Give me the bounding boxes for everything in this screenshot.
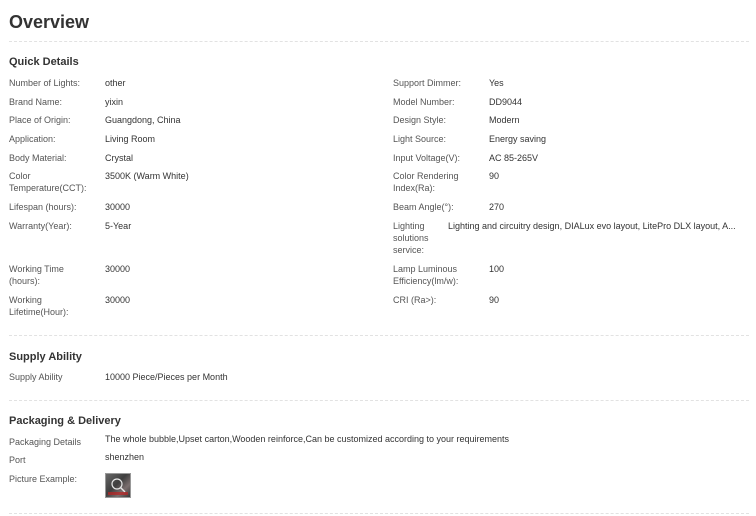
detail-value: Energy saving [489, 134, 547, 144]
detail-label: Number of Lights: [9, 78, 81, 88]
packaging-details-label: Packaging Details [9, 437, 82, 447]
divider [9, 335, 749, 336]
detail-value: 90 [489, 171, 500, 181]
detail-value: Lighting and circuitry design, DIALux ev… [448, 221, 736, 231]
detail-value: Yes [489, 78, 504, 88]
supply-ability-title: Supply Ability [9, 351, 82, 363]
detail-value: yixin [105, 97, 124, 107]
divider [9, 400, 749, 401]
detail-value: Modern [489, 115, 520, 125]
detail-label: Lifespan (hours): [9, 202, 77, 212]
supply-ability-value: 10000 Piece/Pieces per Month [105, 372, 228, 382]
detail-label: Application: [9, 134, 56, 144]
packaging-details-value: The whole bubble,Upset carton,Wooden rei… [105, 434, 510, 444]
detail-label: Body Material: [9, 153, 67, 163]
detail-value: 5-Year [105, 221, 132, 231]
detail-label: Beam Angle(°): [393, 202, 454, 212]
supply-ability-label: Supply Ability [9, 372, 63, 382]
detail-value: 3500K (Warm White) [105, 171, 189, 181]
detail-value: 30000 [105, 295, 131, 305]
detail-label: Support Dimmer: [393, 78, 462, 88]
detail-label: Input Voltage(V): [393, 153, 461, 163]
divider [9, 41, 749, 42]
detail-value: 90 [489, 295, 500, 305]
detail-label: Brand Name: [9, 97, 63, 107]
detail-label: Warranty(Year): [9, 221, 72, 231]
detail-value: AC 85-265V [489, 153, 539, 163]
detail-label: Place of Origin: [9, 115, 71, 125]
page-title: Overview [9, 12, 90, 32]
detail-value: Guangdong, China [105, 115, 181, 125]
detail-label: Light Source: [393, 134, 447, 144]
product-thumbnail-icon[interactable] [105, 473, 131, 498]
detail-label: Color Rendering Index(Ra): [393, 171, 459, 193]
port-value: shenzhen [105, 452, 145, 462]
detail-value: other [105, 78, 126, 88]
detail-label: Working Lifetime(Hour): [9, 295, 69, 317]
detail-label: Lighting solutions service: [393, 221, 429, 255]
detail-value: DD9044 [489, 97, 523, 107]
product-overview: Overview Quick Details Number of Lights:… [0, 0, 756, 516]
detail-label: Color Temperature(CCT): [9, 171, 87, 193]
detail-label: Lamp Luminous Efficiency(lm/w): [393, 264, 459, 286]
detail-value: 30000 [105, 202, 131, 212]
detail-value: 30000 [105, 264, 131, 274]
detail-label: Model Number: [393, 97, 455, 107]
detail-label: Design Style: [393, 115, 447, 125]
quick-details-title: Quick Details [9, 56, 79, 68]
detail-value: Crystal [105, 153, 134, 163]
port-label: Port [9, 455, 26, 465]
picture-example-label: Picture Example: [9, 474, 78, 484]
packaging-delivery-title: Packaging & Delivery [9, 415, 121, 427]
detail-value: 270 [489, 202, 505, 212]
detail-value: 100 [489, 264, 505, 274]
detail-value: Living Room [105, 134, 156, 144]
divider [9, 513, 749, 514]
detail-label: Working Time (hours): [9, 264, 64, 286]
detail-label: CRI (Ra>): [393, 295, 437, 305]
